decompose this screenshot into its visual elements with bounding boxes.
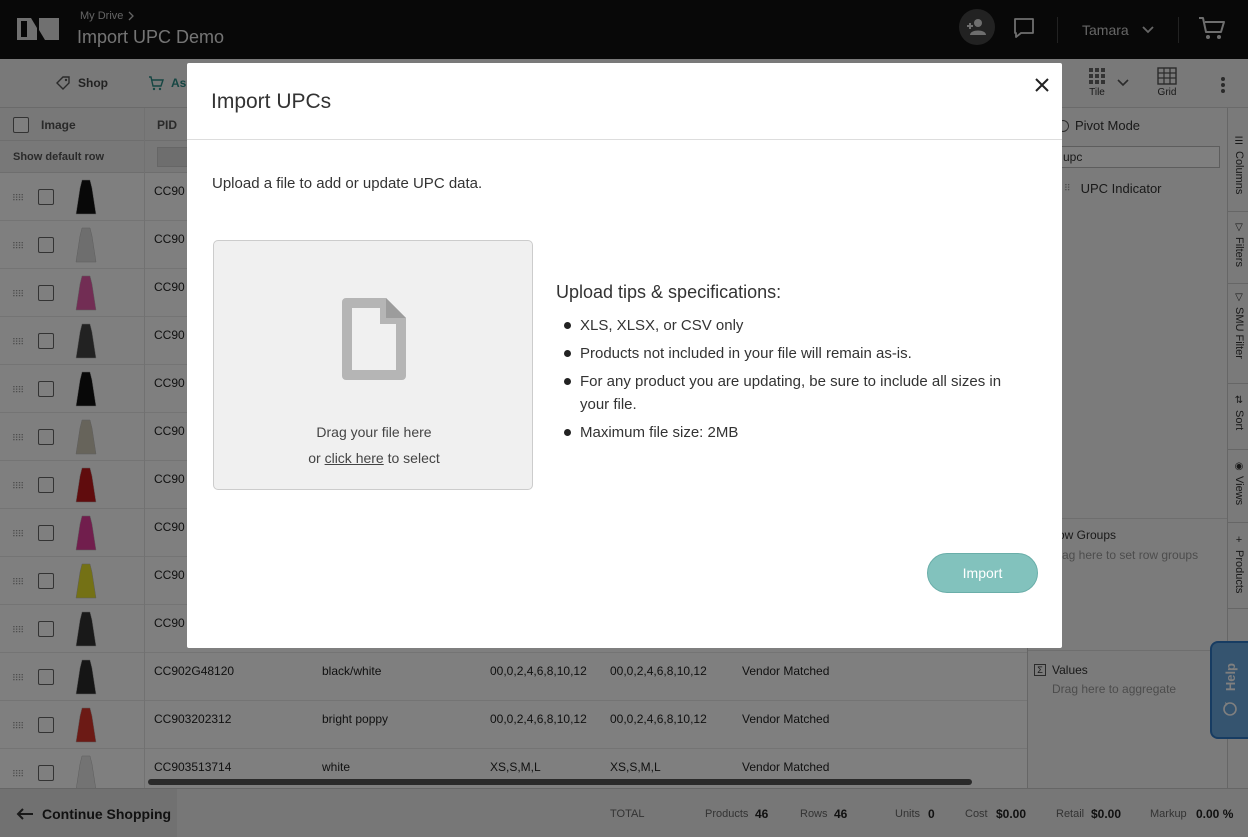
close-icon[interactable] — [1032, 75, 1052, 95]
dropzone-select-line: or click here to select — [214, 450, 534, 466]
tips-title: Upload tips & specifications: — [556, 282, 782, 302]
file-dropzone[interactable]: Drag your file here or click here to sel… — [213, 240, 533, 490]
tips-list: XLS, XLSX, or CSV only Products not incl… — [564, 314, 1034, 449]
dropzone-text: Drag your file here — [316, 424, 432, 440]
import-upcs-dialog: Import UPCs Upload a file to add or upda… — [187, 63, 1062, 648]
click-here-link[interactable]: click here — [325, 450, 384, 466]
import-button[interactable]: Import — [927, 553, 1038, 593]
divider — [187, 139, 1062, 140]
tip-item: Maximum file size: 2MB — [564, 421, 1034, 444]
dialog-title: Import UPCs — [211, 90, 332, 113]
dropzone-or: or — [308, 450, 321, 466]
dialog-description: Upload a file to add or update UPC data. — [212, 175, 483, 192]
tip-item: XLS, XLSX, or CSV only — [564, 314, 1034, 337]
tip-item: Products not included in your file will … — [564, 342, 1034, 365]
document-icon — [340, 296, 408, 382]
tip-item: For any product you are updating, be sur… — [564, 370, 1034, 416]
dropzone-suffix: to select — [387, 450, 440, 466]
